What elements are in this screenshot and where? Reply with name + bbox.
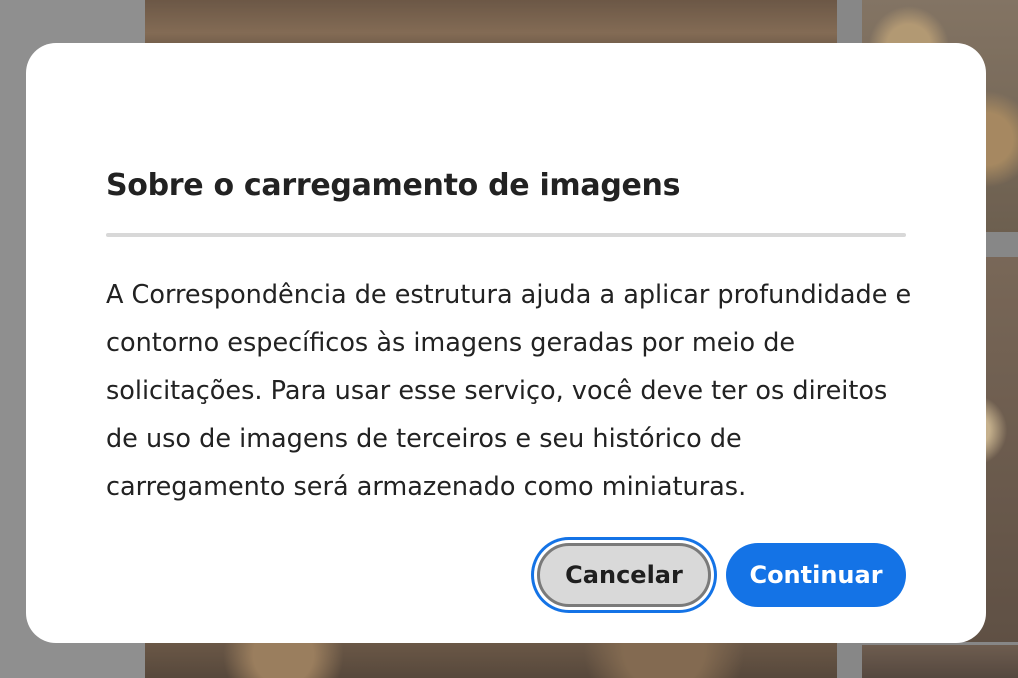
continue-button[interactable]: Continuar	[726, 543, 906, 607]
dialog-title: Sobre o carregamento de imagens	[106, 168, 681, 203]
dialog-body-text: A Correspondência de estrutura ajuda a a…	[106, 280, 912, 502]
upload-info-dialog: Sobre o carregamento de imagens A Corres…	[26, 43, 986, 643]
title-divider	[106, 233, 906, 237]
cancel-button[interactable]: Cancelar	[537, 543, 711, 607]
